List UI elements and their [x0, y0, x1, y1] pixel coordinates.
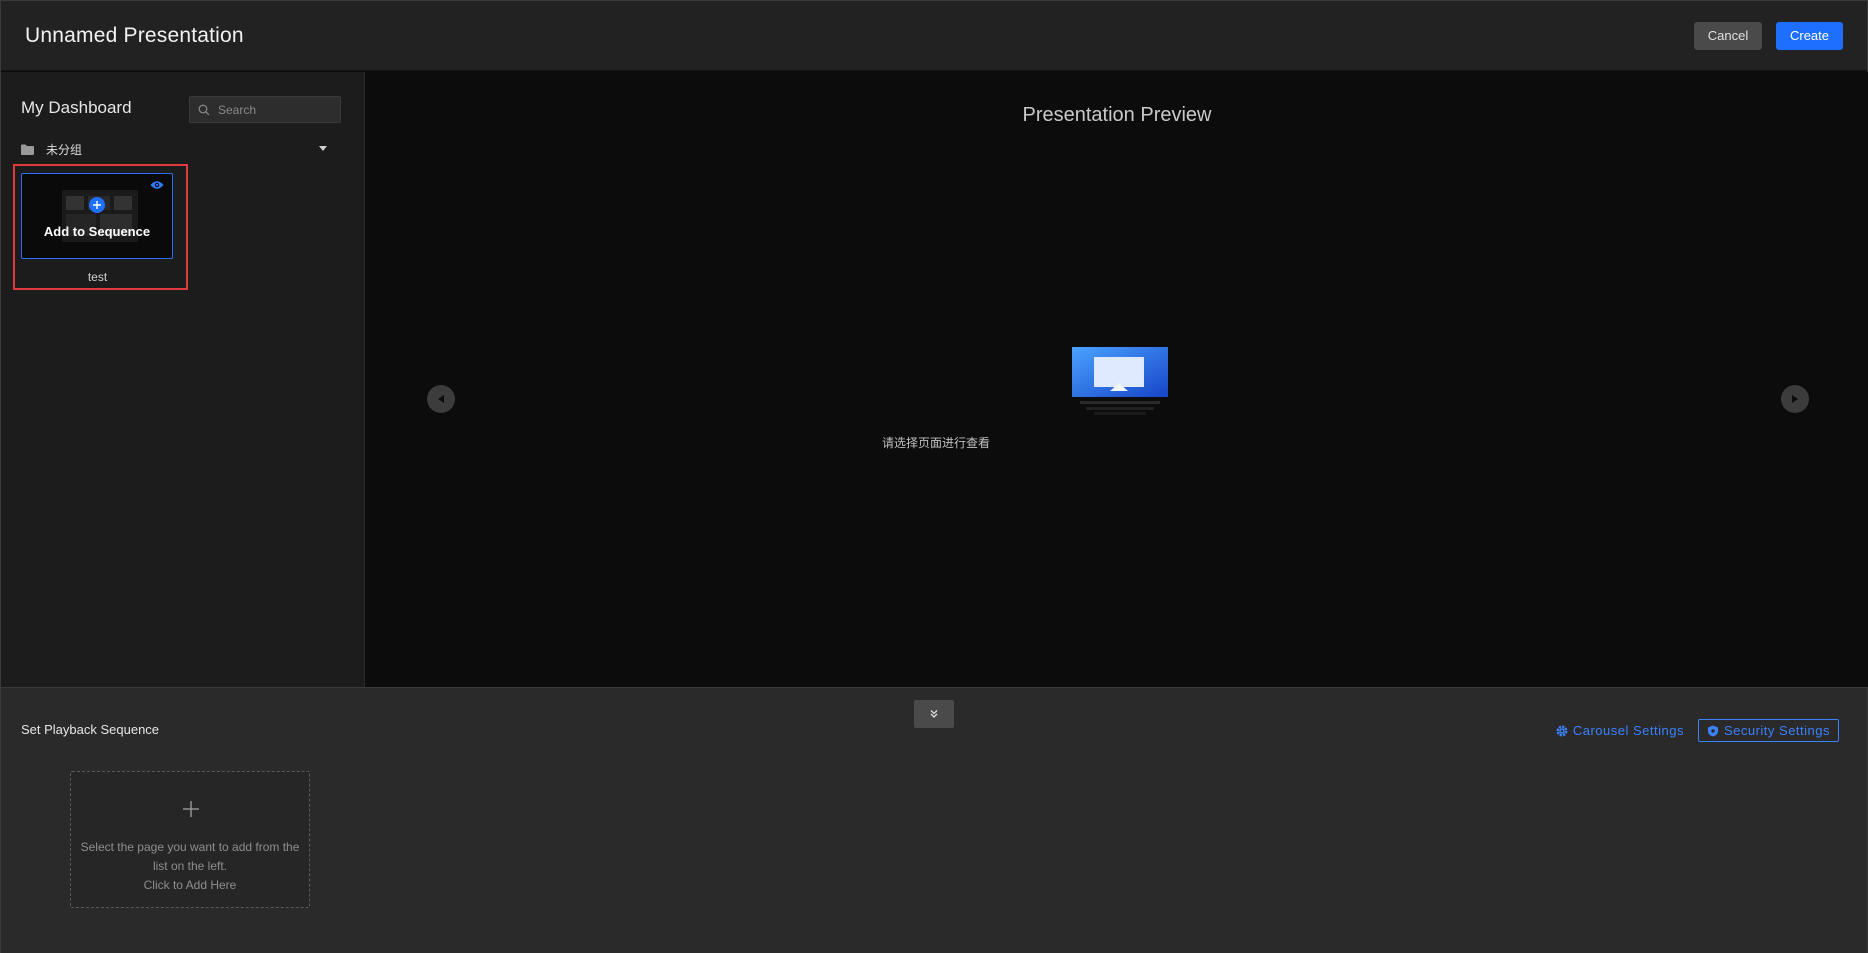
presentation-title[interactable]: Unnamed Presentation	[25, 24, 244, 48]
settings-links: Carousel Settings Security Settings	[1556, 719, 1839, 742]
search-input[interactable]	[218, 102, 338, 117]
search-box[interactable]	[189, 96, 341, 123]
preview-empty-text: 请选择页面进行查看	[881, 436, 990, 450]
add-to-sequence-label[interactable]: Add to Sequence	[22, 224, 172, 239]
header-actions: Cancel Create	[1694, 21, 1843, 50]
plus-icon	[183, 801, 199, 817]
dashboard-card-highlight: Add to Sequence test	[13, 164, 188, 290]
app-window: Unnamed Presentation Cancel Create My Da…	[0, 0, 1868, 953]
create-button[interactable]: Create	[1776, 21, 1843, 50]
group-row-ungrouped[interactable]: 未分组	[21, 139, 331, 159]
carousel-settings-button[interactable]: Carousel Settings	[1556, 723, 1684, 738]
group-label: 未分组	[46, 142, 83, 157]
dashboard-card[interactable]: Add to Sequence	[21, 173, 173, 259]
eye-icon[interactable]	[150, 180, 164, 190]
arrow-right-icon	[1792, 395, 1798, 403]
folder-icon	[21, 144, 34, 155]
carousel-settings-label: Carousel Settings	[1572, 723, 1684, 738]
collapse-panel-button[interactable]	[914, 700, 954, 728]
previous-page-button[interactable]	[427, 385, 455, 413]
dashboard-sidebar: My Dashboard 未分组	[1, 72, 365, 687]
arrow-left-icon	[438, 395, 444, 403]
search-icon	[198, 104, 210, 115]
add-slot-text: Select the page you want to add from the…	[71, 838, 309, 895]
preview-area: Presentation Preview 请选择页面进行查看	[366, 72, 1868, 687]
sidebar-title: My Dashboard	[21, 98, 132, 117]
header-bar: Unnamed Presentation Cancel Create	[1, 1, 1867, 71]
security-settings-label: Security Settings	[1723, 723, 1830, 738]
add-page-slot[interactable]: Select the page you want to add from the…	[70, 771, 310, 908]
cancel-button[interactable]: Cancel	[1694, 21, 1762, 50]
shield-gear-icon	[1707, 725, 1718, 736]
add-slot-action: Click to Add Here	[143, 878, 237, 892]
playback-sequence-panel: Set Playback Sequence Carousel Settings …	[1, 687, 1867, 953]
gear-icon	[1556, 725, 1568, 736]
security-settings-button[interactable]: Security Settings	[1697, 719, 1839, 742]
preview-title: Presentation Preview	[1022, 104, 1212, 126]
monitor-icon	[1072, 347, 1168, 415]
chevrons-down-icon	[930, 710, 938, 718]
dashboard-card-name: test	[87, 270, 108, 284]
add-slot-instruction: Select the page you want to add from the…	[80, 840, 300, 873]
next-page-button[interactable]	[1781, 385, 1809, 413]
playback-sequence-title: Set Playback Sequence	[21, 722, 160, 737]
add-circle-icon[interactable]	[89, 197, 105, 213]
caret-down-icon[interactable]	[319, 146, 327, 152]
